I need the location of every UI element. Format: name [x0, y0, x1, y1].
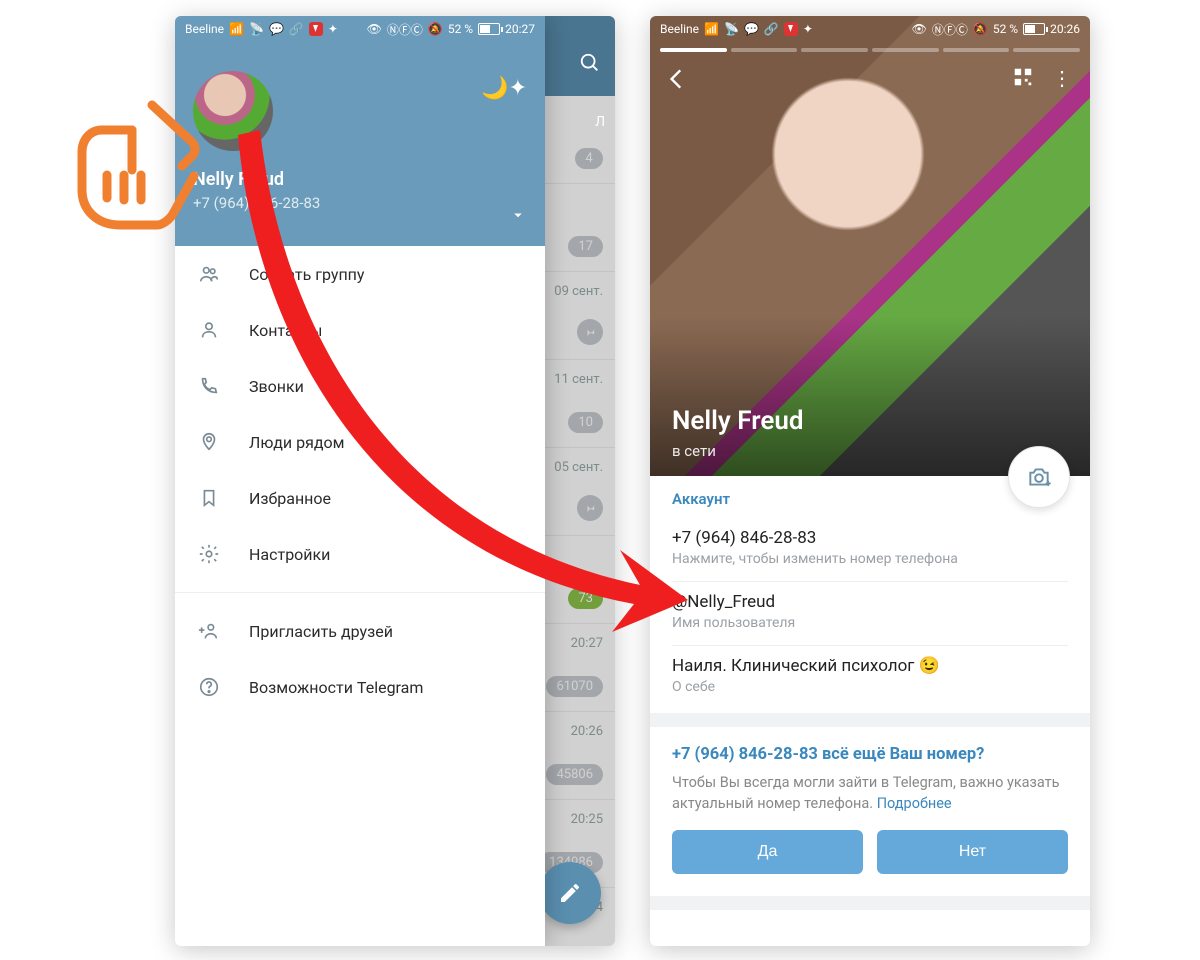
wifi-icon: 📡 — [249, 22, 264, 36]
search-icon[interactable] — [579, 52, 601, 78]
profile-photo[interactable]: Beeline 📶 📡 💬 🔗 ✦ 👁 ⓃⒻⒸ 🔕 52 % 20:26 ⋮ — [650, 16, 1090, 476]
menu-label: Настройки — [249, 545, 330, 564]
bell-off-icon: 🔕 — [973, 22, 988, 36]
battery-icon — [478, 23, 500, 35]
eye-icon: 👁 — [912, 22, 927, 36]
nfc-icon: ⓃⒻⒸ — [932, 21, 968, 38]
confirm-number-card: +7 (964) 846-28-83 всё ещё Ваш номер? Чт… — [650, 727, 1090, 896]
drawer-menu: Создать группу Контакты Звонки Люди рядо… — [175, 246, 545, 715]
username-value: @Nelly_Freud — [672, 592, 1068, 612]
folder-tab[interactable]: Л — [595, 114, 605, 130]
nfc-icon: ⓃⒻⒸ — [387, 21, 423, 38]
clock-time: 20:26 — [1050, 22, 1080, 36]
section-gap — [650, 896, 1090, 910]
username-row[interactable]: @Nelly_Freud Имя пользователя — [672, 582, 1068, 646]
menu-item-calls[interactable]: Звонки — [175, 358, 545, 414]
group-icon — [197, 262, 221, 286]
menu-item-people-nearby[interactable]: Люди рядом — [175, 414, 545, 470]
menu-label: Избранное — [249, 489, 331, 508]
drawer-header: 🌙✦ Nelly Freud +7 (964) 846-28-83 — [175, 16, 545, 246]
account-section: Аккаунт +7 (964) 846-28-83 Нажмите, чтоб… — [650, 476, 1090, 713]
phone-caption: Нажмите, чтобы изменить номер телефона — [672, 551, 1068, 567]
status-bar: Beeline 📶 📡 💬 🔗 ✦ 👁 ⓃⒻⒸ 🔕 52 % 20:27 — [175, 16, 545, 42]
menu-item-contacts[interactable]: Контакты — [175, 302, 545, 358]
prompt-body: Чтобы Вы всегда могли зайти в Telegram, … — [672, 772, 1068, 814]
right-screenshot: Beeline 📶 📡 💬 🔗 ✦ 👁 ⓃⒻⒸ 🔕 52 % 20:26 ⋮ — [650, 16, 1090, 946]
bell-off-icon: 🔕 — [428, 22, 443, 36]
account-switcher-chevron-icon[interactable] — [509, 206, 527, 228]
menu-separator — [175, 592, 545, 593]
night-mode-icon[interactable]: 🌙✦ — [481, 76, 527, 101]
phone-row[interactable]: +7 (964) 846-28-83 Нажмите, чтобы измени… — [672, 518, 1068, 582]
eye-icon: 👁 — [367, 22, 382, 36]
link-icon: 🔗 — [764, 22, 779, 36]
profile-online-status: в сети — [672, 442, 716, 460]
signal-icon: 📶 — [704, 22, 719, 36]
menu-label: Возможности Telegram — [249, 678, 423, 697]
bio-caption: О себе — [672, 679, 1068, 695]
section-gap — [650, 713, 1090, 727]
bookmark-icon — [197, 486, 221, 510]
sparkle-icon: ✦ — [328, 22, 338, 36]
back-arrow-icon[interactable] — [664, 66, 690, 96]
menu-label: Создать группу — [249, 265, 364, 284]
left-screenshot: 4 17 09 сент. 11 сент.10 05 сент. 73 20:… — [175, 16, 615, 946]
learn-more-link[interactable]: Подробнее — [877, 795, 952, 812]
status-bar: Beeline 📶 📡 💬 🔗 ✦ 👁 ⓃⒻⒸ 🔕 52 % 20:26 — [650, 16, 1090, 42]
more-options-icon[interactable]: ⋮ — [1052, 66, 1074, 90]
add-user-icon — [197, 619, 221, 643]
shield-badge-icon — [309, 22, 323, 36]
photo-page-indicator — [660, 48, 1080, 52]
battery-icon — [1023, 23, 1045, 35]
sparkle-icon: ✦ — [803, 22, 813, 36]
nearby-icon — [197, 430, 221, 454]
menu-item-features[interactable]: Возможности Telegram — [175, 659, 545, 715]
bio-row[interactable]: Наиля. Клинический психолог 😉 О себе — [672, 646, 1068, 709]
person-icon — [197, 318, 221, 342]
profile-name: Nelly Freud — [672, 406, 804, 436]
carrier-label: Beeline — [660, 22, 699, 36]
menu-item-invite[interactable]: Пригласить друзей — [175, 603, 545, 659]
drawer-user-name: Nelly Freud — [193, 169, 527, 190]
section-title: Аккаунт — [672, 490, 1068, 508]
phone-value: +7 (964) 846-28-83 — [672, 528, 1068, 548]
wifi-icon: 📡 — [724, 22, 739, 36]
shield-badge-icon — [784, 22, 798, 36]
navigation-drawer: Beeline 📶 📡 💬 🔗 ✦ 👁 ⓃⒻⒸ 🔕 52 % 20:27 🌙✦ … — [175, 16, 545, 946]
bio-value: Наиля. Клинический психолог 😉 — [672, 656, 1068, 676]
chat-bubble-icon: 💬 — [269, 22, 284, 36]
signal-icon: 📶 — [229, 22, 244, 36]
menu-item-saved[interactable]: Избранное — [175, 470, 545, 526]
menu-item-new-group[interactable]: Создать группу — [175, 246, 545, 302]
link-icon: 🔗 — [289, 22, 304, 36]
menu-label: Люди рядом — [249, 433, 345, 452]
battery-pct: 52 % — [448, 22, 473, 36]
confirm-yes-button[interactable]: Да — [672, 830, 863, 874]
prompt-title: +7 (964) 846-28-83 всё ещё Ваш номер? — [672, 745, 1068, 764]
drawer-user-phone: +7 (964) 846-28-83 — [193, 194, 527, 212]
new-message-fab[interactable] — [539, 862, 601, 924]
clock-time: 20:27 — [505, 22, 535, 36]
qr-code-icon[interactable] — [1012, 66, 1034, 92]
menu-label: Пригласить друзей — [249, 622, 393, 641]
battery-pct: 52 % — [993, 22, 1018, 36]
menu-label: Звонки — [249, 377, 304, 396]
chat-bubble-icon: 💬 — [744, 22, 759, 36]
phone-icon — [197, 374, 221, 398]
change-photo-fab[interactable] — [1008, 446, 1070, 508]
gear-icon — [197, 542, 221, 566]
menu-item-settings[interactable]: Настройки — [175, 526, 545, 582]
username-caption: Имя пользователя — [672, 615, 1068, 631]
help-icon — [197, 675, 221, 699]
menu-label: Контакты — [249, 321, 322, 340]
carrier-label: Beeline — [185, 22, 224, 36]
confirm-no-button[interactable]: Нет — [877, 830, 1068, 874]
tap-here-pointer-icon — [62, 80, 222, 240]
